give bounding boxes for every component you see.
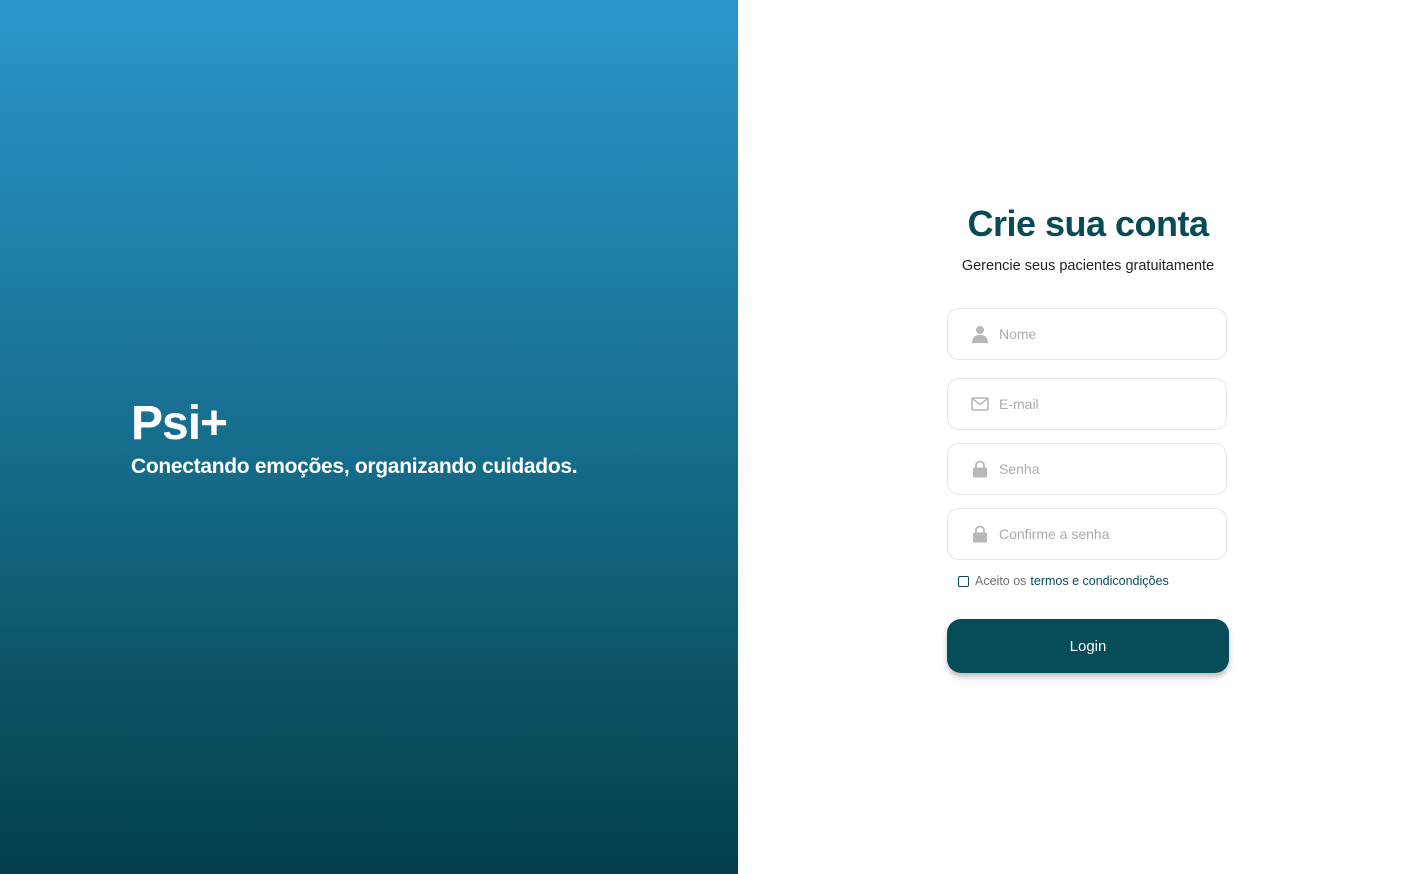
password-input[interactable]	[999, 461, 1199, 477]
terms-row: Aceito os termos e condicondições	[958, 574, 1169, 588]
terms-checkbox[interactable]	[958, 575, 969, 587]
mail-icon	[970, 394, 990, 414]
name-input[interactable]	[999, 326, 1199, 342]
brand-tagline: Conectando emoções, organizando cuidados…	[131, 455, 578, 478]
form-title: Crie sua conta	[967, 203, 1209, 244]
hero-panel: Psi+ Conectando emoções, organizando cui…	[0, 0, 738, 874]
email-input[interactable]	[999, 396, 1199, 412]
name-field[interactable]	[947, 308, 1227, 360]
brand-logo: Psi+	[131, 397, 228, 450]
user-icon	[970, 324, 990, 344]
lock-icon	[970, 459, 990, 479]
confirm-password-field[interactable]	[947, 508, 1227, 560]
password-field[interactable]	[947, 443, 1227, 495]
terms-prefix: Aceito os	[975, 574, 1027, 588]
form-subtitle: Gerencie seus pacientes gratuitamente	[961, 258, 1215, 274]
lock-icon	[970, 524, 990, 544]
signup-page: Psi+ Conectando emoções, organizando cui…	[0, 0, 1409, 874]
email-field[interactable]	[947, 378, 1227, 430]
terms-link[interactable]: termos e condicondições	[1030, 574, 1168, 588]
confirm-password-input[interactable]	[999, 526, 1199, 542]
signup-form-panel: Crie sua conta Gerencie seus pacientes g…	[738, 0, 1409, 874]
login-button[interactable]: Login	[947, 619, 1229, 673]
